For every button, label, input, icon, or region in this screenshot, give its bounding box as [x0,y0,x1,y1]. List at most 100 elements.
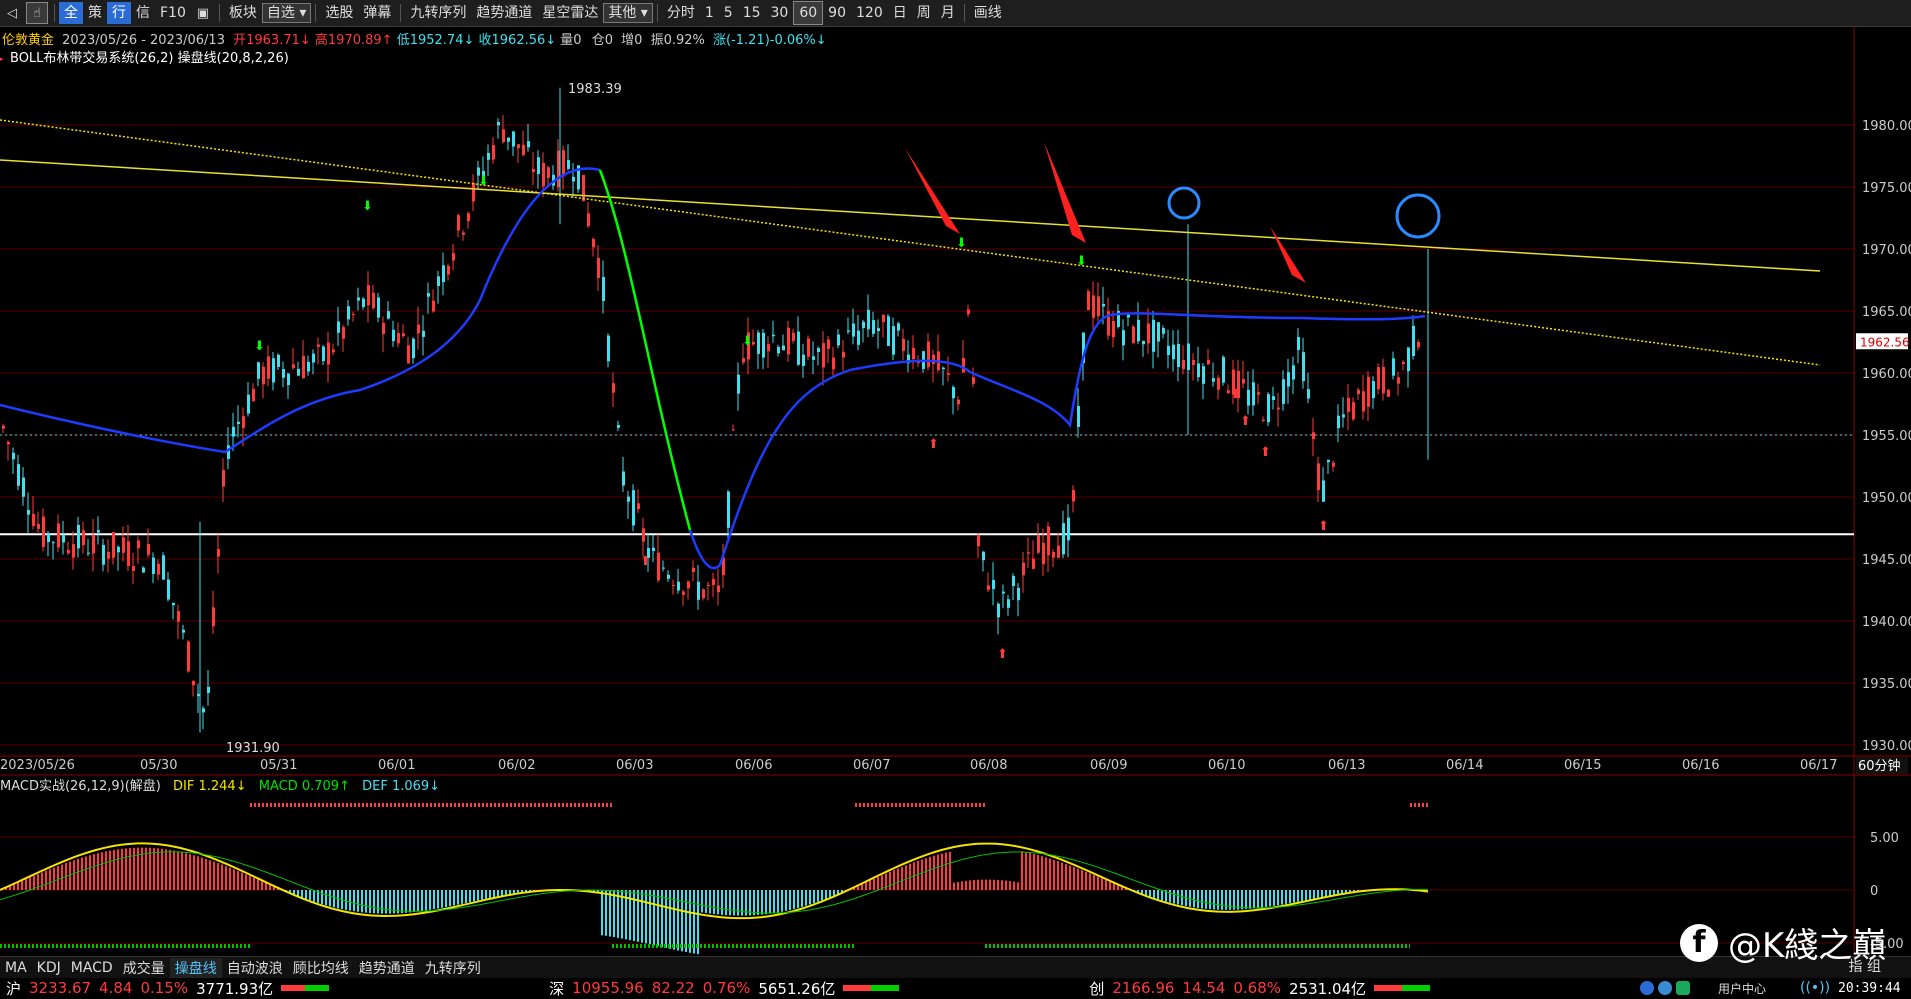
btn-f10[interactable]: F10 [155,2,191,24]
btn-strategy[interactable]: 策 [83,2,107,24]
btn-120m[interactable]: 120 [851,2,888,24]
btn-nine-seq[interactable]: 九转序列 [405,2,471,24]
btn-intraday[interactable]: 分时 [662,2,700,24]
candle-body [1067,517,1070,541]
btn-60m[interactable]: 60 [793,1,824,25]
date-label: 05/31 [260,758,297,773]
candle-body [682,591,685,595]
sell-signal-icon: ⬇ [362,199,373,214]
candle-body [677,581,680,591]
candle-body [332,349,335,353]
candle-body [1017,587,1020,601]
candle-body [1052,551,1055,558]
tab-2[interactable]: MACD [66,960,118,976]
candle-body [297,368,300,376]
price-tick: 1955.00 [1862,429,1911,444]
skype-icon[interactable] [1658,981,1672,995]
candle-body [327,342,330,365]
btn-90m[interactable]: 90 [823,2,851,24]
candle-body [607,335,610,362]
btn-stock-picker[interactable]: 选股 [320,2,358,24]
macd-dif: DIF 1.244↓ [173,779,247,794]
low-price-label: 1931.90 [226,741,280,756]
tab-8[interactable]: 九转序列 [420,958,486,978]
btn-day[interactable]: 日 [888,2,912,24]
candle-body [1142,340,1145,345]
candle-body [687,581,690,589]
candle-body [457,215,460,231]
candle-body [1367,376,1370,407]
buy-signal-icon: ⬆ [997,647,1008,662]
btn-all[interactable]: 全 [59,2,83,24]
tab-3[interactable]: 成交量 [118,958,170,978]
user-center-link[interactable]: 用户中心 [1718,980,1766,997]
btn-15m[interactable]: 15 [738,2,766,24]
select-watchlist[interactable]: 自选 ▾ [261,3,312,23]
macd-tick: 0 [1870,884,1878,899]
select-other[interactable]: 其他 ▾ [603,3,653,23]
btn-week[interactable]: 周 [912,2,936,24]
btn-danmaku[interactable]: 弹幕 [358,2,396,24]
high-value: 高1970.89↑ [315,32,393,48]
candle-body [1197,363,1200,378]
candle-body [257,362,260,379]
candle-body [847,330,850,332]
boll-mid-green [598,169,692,531]
price-tick: 1960.00 [1862,367,1911,382]
pointer-icon[interactable]: ☝ [26,2,48,24]
indicator-title[interactable]: BOLL布林带交易系统(26,2) 操盘线(20,8,2,26) [10,50,289,66]
tab-4[interactable]: 操盘线 [169,958,222,978]
candle-body [1402,362,1405,365]
period-label: 60分钟 [1858,758,1901,774]
btn-sector[interactable]: 板块 [224,2,262,24]
price-tick: 1950.00 [1862,491,1911,506]
candle-body [512,131,515,147]
btn-5m[interactable]: 5 [719,2,738,24]
date-label: 06/02 [498,758,535,773]
candle-body [817,348,820,352]
back-icon[interactable]: ◁ [2,3,22,23]
candle-body [1157,322,1160,342]
kline-chart[interactable]: ⬇ ⬇ ⬇ ⬇ ⬇ ⬇ ⬆ ⬆ ⬆ ⬆ ⬆ ⬆ ⬆ 1980.00 1975.00 1970.00 1965.… [0,27,1911,955]
refresh-icon[interactable] [1676,981,1690,995]
btn-star-radar[interactable]: 星空雷达 [537,2,603,24]
candle-body [832,357,835,370]
candle-body [537,157,540,175]
indicator-arrow-icon: ▸ [0,52,4,65]
tab-0[interactable]: MA [0,960,32,976]
window-icon[interactable]: ▣ [193,3,213,23]
candle-body [652,547,655,552]
candle-body [222,470,225,487]
candle-body [727,491,730,528]
btn-draw[interactable]: 画线 [969,2,1007,24]
tab-5[interactable]: 自动波浪 [222,958,288,978]
candle-body [997,603,1000,618]
candle-body [637,503,640,510]
candle-body [1092,295,1095,318]
btn-30m[interactable]: 30 [766,2,794,24]
tab-7[interactable]: 趋势通道 [354,958,420,978]
candle-body [532,168,535,173]
candle-body [372,292,375,309]
s-icon[interactable] [1640,981,1654,995]
candle-body [1002,591,1005,594]
cy-amount: 2531.04亿 [1289,979,1367,998]
candle-body [782,345,785,351]
btn-info[interactable]: 信 [131,2,155,24]
candle-body [232,426,235,437]
tab-6[interactable]: 顾比均线 [288,958,354,978]
candle-body [72,544,75,558]
candle-body [982,551,985,561]
sz-label: 深 [549,979,565,998]
btn-trend-channel[interactable]: 趋势通道 [471,2,537,24]
btn-quote[interactable]: 行 [107,2,131,24]
btn-1m[interactable]: 1 [700,2,719,24]
tab-1[interactable]: KDJ [32,960,66,976]
candle-body [1192,360,1195,366]
candle-body [972,377,975,384]
sh-percent: 0.15% [140,979,189,997]
btn-month[interactable]: 月 [936,2,960,24]
candle-body [787,327,790,355]
candle-body [612,383,615,393]
sell-signal-icon: ⬇ [742,334,753,349]
